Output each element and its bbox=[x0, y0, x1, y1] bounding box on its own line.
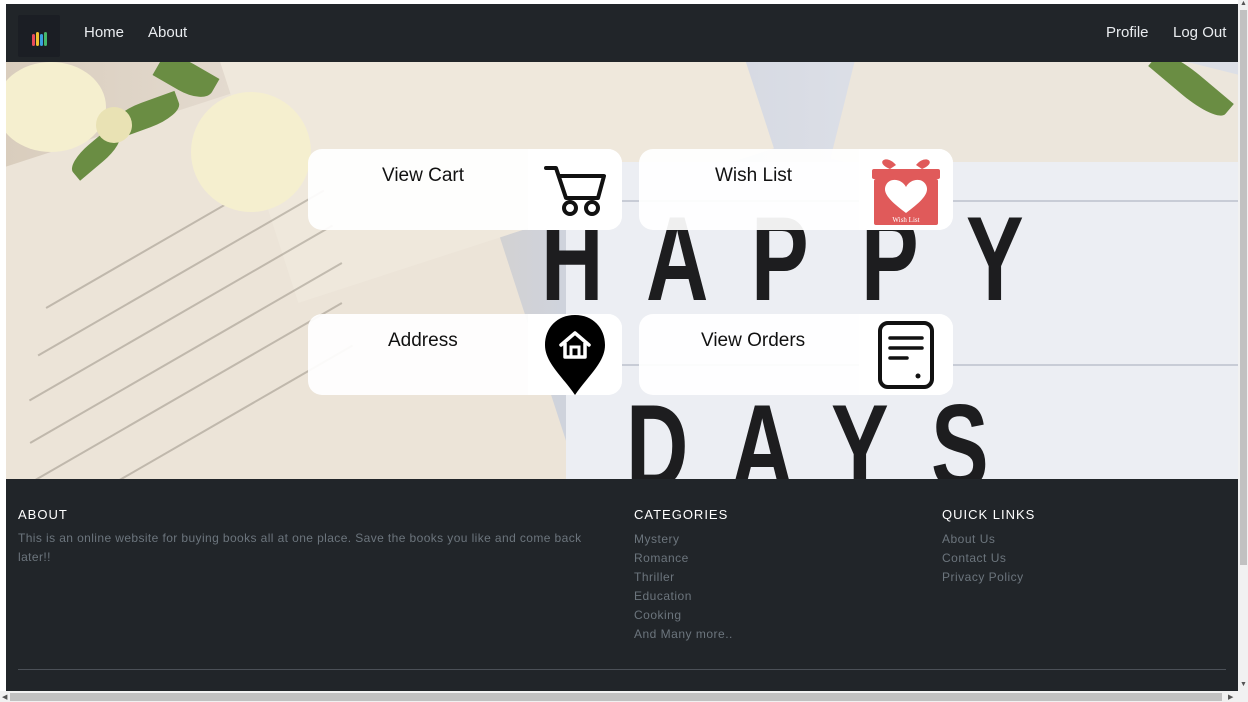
home-location-pin-icon bbox=[528, 314, 622, 395]
footer-categories-title: CATEGORIES bbox=[634, 507, 729, 522]
flower bbox=[191, 92, 311, 212]
footer-link-privacy-policy[interactable]: Privacy Policy bbox=[942, 570, 1024, 584]
nav-link-about[interactable]: About bbox=[148, 24, 187, 41]
scroll-right-arrow-icon[interactable]: ▶ bbox=[1228, 693, 1233, 701]
flower-bud bbox=[96, 107, 132, 143]
scroll-up-arrow-icon[interactable]: ▲ bbox=[1240, 0, 1247, 7]
brand-logo[interactable] bbox=[18, 15, 60, 57]
footer-link-about-us[interactable]: About Us bbox=[942, 532, 995, 546]
scroll-down-arrow-icon[interactable]: ▼ bbox=[1240, 681, 1247, 688]
nav-link-logout[interactable]: Log Out bbox=[1173, 24, 1226, 41]
wish-list-card[interactable]: Wish List Wish List bbox=[639, 149, 953, 230]
view-cart-label: View Cart bbox=[382, 165, 465, 186]
nav-link-home[interactable]: Home bbox=[84, 24, 124, 41]
scroll-left-arrow-icon[interactable]: ◀ bbox=[2, 693, 7, 701]
footer-category-link[interactable]: Education bbox=[634, 589, 692, 603]
gift-heart-icon: Wish List bbox=[859, 149, 953, 230]
footer-category-link[interactable]: Romance bbox=[634, 551, 689, 565]
brand-logo-bar bbox=[32, 34, 35, 46]
footer-divider bbox=[18, 669, 1226, 670]
wish-list-label: Wish List bbox=[715, 165, 793, 186]
shopping-cart-icon bbox=[528, 149, 622, 230]
address-card[interactable]: Address bbox=[308, 314, 622, 395]
footer-category-link[interactable]: Cooking bbox=[634, 608, 682, 622]
sign-letter: Y bbox=[966, 192, 1024, 326]
navbar: Home About Profile Log Out bbox=[6, 4, 1238, 62]
footer-about-text: This is an online website for buying boo… bbox=[18, 531, 582, 564]
footer-category-link[interactable]: Thriller bbox=[634, 570, 675, 584]
nav-link-profile[interactable]: Profile bbox=[1106, 24, 1149, 41]
address-label: Address bbox=[388, 330, 458, 351]
horizontal-scrollbar-thumb[interactable] bbox=[10, 693, 1222, 701]
hero-banner: H A P P Y D A Y S bbox=[6, 62, 1238, 479]
brand-logo-bar bbox=[44, 32, 47, 46]
footer-quick-links-title: QUICK LINKS bbox=[942, 507, 1036, 522]
gift-icon-caption: Wish List bbox=[892, 216, 920, 224]
footer-about-title: ABOUT bbox=[18, 507, 68, 522]
vertical-scrollbar-thumb[interactable] bbox=[1240, 10, 1247, 565]
brand-logo-bar bbox=[40, 34, 43, 46]
view-orders-label: View Orders bbox=[701, 330, 806, 351]
footer: ABOUT This is an online website for buyi… bbox=[6, 479, 1238, 691]
footer-link-contact-us[interactable]: Contact Us bbox=[942, 551, 1006, 565]
order-document-icon bbox=[859, 314, 953, 395]
view-orders-card[interactable]: View Orders bbox=[639, 314, 953, 395]
footer-category-link[interactable]: And Many more.. bbox=[634, 627, 733, 641]
brand-logo-bar bbox=[36, 32, 39, 46]
footer-category-link[interactable]: Mystery bbox=[634, 532, 680, 546]
view-cart-card[interactable]: View Cart bbox=[308, 149, 622, 230]
